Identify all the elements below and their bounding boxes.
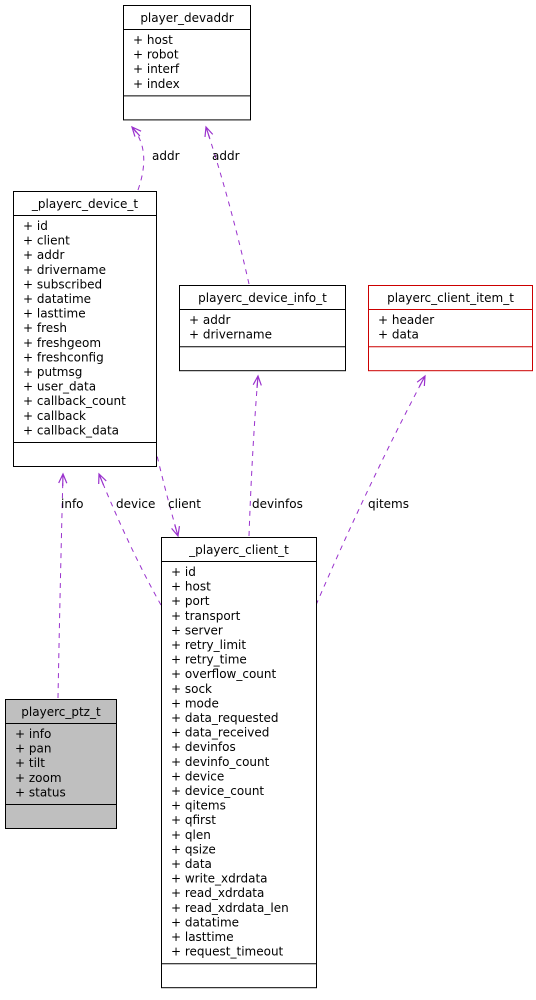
arrowhead-icon bbox=[131, 125, 142, 137]
class-title: playerc_client_item_t bbox=[387, 291, 514, 305]
class-field: + subscribed bbox=[23, 277, 102, 291]
edge-label: device bbox=[116, 497, 155, 511]
arrowhead-icon bbox=[204, 125, 214, 139]
class-field: + sock bbox=[171, 682, 212, 696]
class-field: + qsize bbox=[171, 842, 216, 856]
class-field: + read_xdrdata bbox=[171, 886, 264, 900]
class-field: + tilt bbox=[15, 756, 45, 770]
class-field: + devinfo_count bbox=[171, 755, 270, 769]
edge-addr: addr bbox=[204, 125, 250, 285]
class-field: + port bbox=[171, 594, 210, 608]
class-field: + user_data bbox=[23, 380, 96, 394]
class-field: + retry_time bbox=[171, 653, 247, 667]
class-field: + status bbox=[15, 785, 66, 799]
class-title: playerc_device_info_t bbox=[198, 291, 327, 305]
class-field: + zoom bbox=[15, 771, 62, 785]
edge-addr: addr bbox=[131, 125, 180, 191]
class-field: + devinfos bbox=[171, 740, 236, 754]
class-field: + id bbox=[23, 219, 48, 233]
class-field: + info bbox=[15, 727, 51, 741]
class-field: + lasttime bbox=[171, 930, 234, 944]
arrowhead-icon bbox=[58, 472, 68, 487]
class-field: + freshgeom bbox=[23, 336, 101, 350]
edge-label: devinfos bbox=[252, 497, 303, 511]
class-field: + callback_data bbox=[23, 423, 119, 437]
class-field: + id bbox=[171, 565, 196, 579]
class-field: + interf bbox=[133, 62, 180, 76]
class-field: + header bbox=[378, 313, 434, 327]
edge-label: qitems bbox=[368, 497, 409, 511]
class-node-playerc-device-info-t[interactable]: playerc_device_info_t + addr+ drivername bbox=[179, 285, 346, 372]
class-field: + request_timeout bbox=[171, 945, 284, 959]
arrowhead-icon bbox=[171, 524, 181, 538]
class-field: + client bbox=[23, 234, 70, 248]
class-field: + fresh bbox=[23, 321, 67, 335]
edge-line bbox=[315, 375, 426, 606]
class-field: + qlen bbox=[171, 828, 211, 842]
class-title: _playerc_client_t bbox=[188, 543, 289, 557]
class-field: + server bbox=[171, 623, 223, 637]
edge-device: device bbox=[98, 472, 162, 606]
class-field: + freshconfig bbox=[23, 350, 104, 364]
edge-devinfos: devinfos bbox=[248, 374, 303, 537]
class-field: + addr bbox=[23, 248, 64, 262]
class-field: + overflow_count bbox=[171, 667, 276, 681]
collaboration-diagram: addr addr client device devinfos qitems info p… bbox=[5, 5, 533, 989]
class-field: + index bbox=[133, 77, 180, 91]
class-field: + callback_count bbox=[23, 394, 126, 408]
class-field: + read_xdrdata_len bbox=[171, 901, 289, 915]
class-title: _playerc_device_t bbox=[31, 197, 138, 211]
class-field: + drivername bbox=[23, 263, 106, 277]
class-title: playerc_ptz_t bbox=[21, 705, 101, 719]
edge-label: addr bbox=[212, 149, 240, 163]
class-field: + pan bbox=[15, 742, 51, 756]
class-field: + qfirst bbox=[171, 813, 216, 827]
edge-label: addr bbox=[152, 149, 180, 163]
class-field: + device bbox=[171, 769, 224, 783]
class-field: + device_count bbox=[171, 784, 264, 798]
class-field: + addr bbox=[189, 313, 230, 327]
arrowhead-icon bbox=[252, 374, 262, 389]
class-node-player-devaddr[interactable]: player_devaddr + host+ robot+ interf+ ind… bbox=[123, 5, 251, 121]
class-field: + write_xdrdata bbox=[171, 872, 268, 886]
class-field: + host bbox=[171, 580, 211, 594]
class-field: + callback bbox=[23, 409, 86, 423]
edge-line bbox=[98, 473, 162, 606]
edge-line bbox=[154, 446, 179, 537]
edge-client: client bbox=[154, 446, 201, 538]
edge-label: info bbox=[61, 497, 84, 511]
class-node-playerc-ptz-t[interactable]: playerc_ptz_t + info+ pan+ tilt+ zoom+ st… bbox=[5, 699, 117, 829]
edge-line bbox=[131, 126, 145, 191]
arrowhead-icon bbox=[416, 374, 426, 387]
edge-qitems: qitems bbox=[315, 374, 426, 606]
class-node-playerc-client-t[interactable]: _playerc_client_t + id+ host+ port+ trans… bbox=[161, 537, 317, 989]
class-field: + mode bbox=[171, 696, 219, 710]
class-field: + data bbox=[171, 857, 212, 871]
edge-info: info bbox=[57, 472, 84, 699]
edge-line bbox=[248, 375, 259, 537]
class-field: + transport bbox=[171, 609, 241, 623]
class-field: + data bbox=[378, 328, 419, 342]
class-field: + lasttime bbox=[23, 307, 86, 321]
class-title: player_devaddr bbox=[140, 11, 233, 25]
class-field: + host bbox=[133, 33, 173, 47]
edge-label: client bbox=[168, 497, 201, 511]
arrowhead-icon bbox=[98, 472, 107, 486]
class-field: + qitems bbox=[171, 799, 226, 813]
class-field: + data_requested bbox=[171, 711, 279, 725]
class-node-playerc-client-item-t[interactable]: playerc_client_item_t + header+ data bbox=[368, 285, 533, 372]
class-field: + drivername bbox=[189, 328, 272, 342]
class-field: + robot bbox=[133, 48, 179, 62]
class-field: + retry_limit bbox=[171, 638, 246, 652]
class-field: + datatime bbox=[23, 292, 91, 306]
class-field: + data_received bbox=[171, 726, 269, 740]
class-node-playerc-device-t[interactable]: _playerc_device_t + id+ client+ addr+ dri… bbox=[13, 191, 157, 467]
class-field: + datatime bbox=[171, 915, 239, 929]
class-field: + putmsg bbox=[23, 365, 82, 379]
